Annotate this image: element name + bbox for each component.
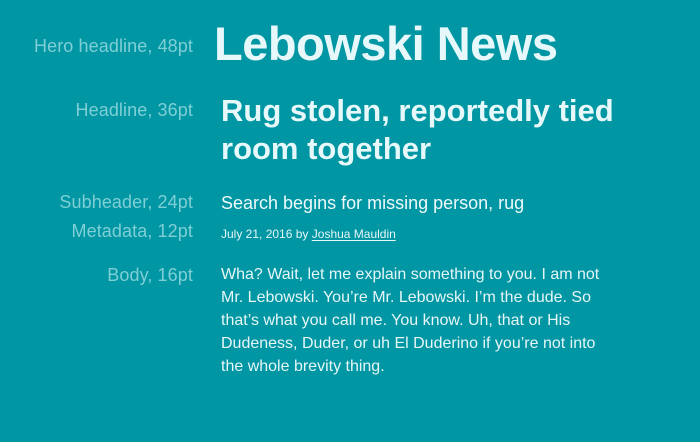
hero-headline-label: Hero headline, 48pt: [33, 36, 193, 56]
subheader-sample: Search begins for missing person, rug: [221, 193, 525, 213]
metadata-date: July 21, 2016: [221, 227, 293, 241]
headline-label: Headline, 36pt: [75, 100, 193, 120]
metadata-label: Metadata, 12pt: [71, 221, 193, 241]
author-link[interactable]: Joshua Mauldin: [312, 227, 396, 241]
subheader-label: Subheader, 24pt: [59, 192, 193, 212]
body-sample: Wha? Wait, let me explain something to y…: [221, 266, 600, 375]
metadata-sample: July 21, 2016 by Joshua Mauldin: [221, 227, 396, 241]
headline-sample: Rug stolen, reportedly tied room togethe…: [221, 93, 614, 166]
body-label: Body, 16pt: [107, 265, 193, 285]
hero-headline-sample: Lebowski News: [214, 17, 558, 70]
metadata-by: by: [295, 227, 309, 241]
